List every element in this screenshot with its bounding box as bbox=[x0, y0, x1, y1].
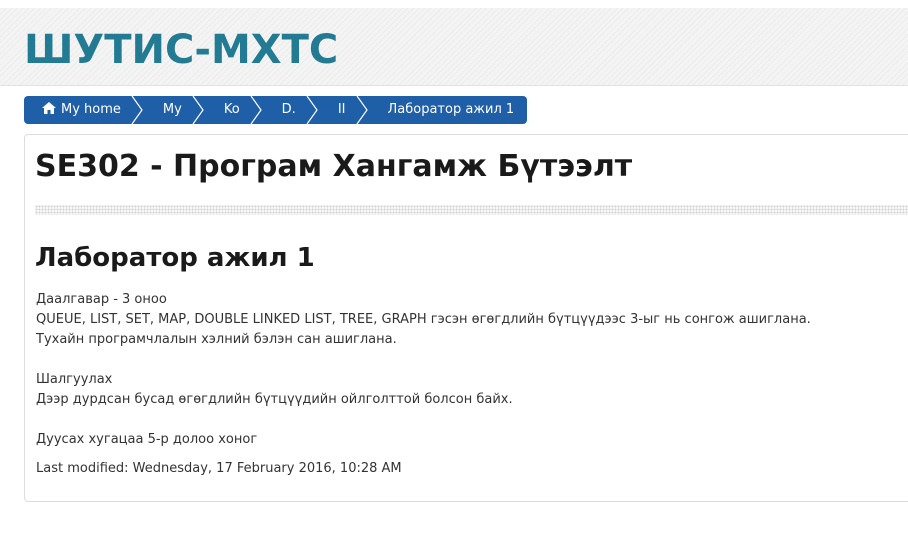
breadcrumb-separator bbox=[356, 96, 368, 124]
breadcrumb-item-current[interactable]: Лаборатор ажил 1 bbox=[368, 96, 528, 124]
breadcrumb-label: Ko bbox=[223, 102, 240, 117]
breadcrumb-separator bbox=[192, 96, 204, 124]
breadcrumb-separator bbox=[306, 96, 318, 124]
breadcrumb-label: D. bbox=[281, 102, 296, 117]
breadcrumb-item-ko[interactable]: Ko bbox=[204, 96, 252, 124]
breadcrumb-item-d[interactable]: D. bbox=[262, 96, 308, 124]
page-title: Лаборатор ажил 1 bbox=[35, 243, 315, 273]
home-icon bbox=[42, 102, 56, 114]
page-body: Даалгавар - 3 оноо QUEUE, LIST, SET, MAP… bbox=[36, 290, 811, 450]
library-line: Тухайн програмчлалын хэлний бэлэн сан аш… bbox=[36, 332, 397, 347]
deadline-line: Дуусах хугацаа 5-р долоо хоног bbox=[36, 432, 258, 447]
last-modified: Last modified: Wednesday, 17 February 20… bbox=[36, 461, 402, 476]
criteria-heading: Шалгуулах bbox=[36, 372, 113, 387]
data-structures-line: QUEUE, LIST, SET, MAP, DOUBLE LINKED LIS… bbox=[36, 312, 811, 327]
breadcrumb-item-my[interactable]: My bbox=[143, 96, 194, 124]
site-header: ШУТИС-МХТС bbox=[0, 8, 908, 86]
criteria-line: Дээр дурдсан бусад өгөгдлийн бүтцүүдийн … bbox=[36, 392, 513, 407]
breadcrumb-label: My home bbox=[61, 102, 121, 117]
breadcrumb: My home My Ko D. II Лаборатор ажил 1 bbox=[24, 96, 528, 124]
breadcrumb-label: My bbox=[162, 102, 182, 117]
breadcrumb-label: II bbox=[337, 102, 346, 117]
breadcrumb-label: Лаборатор ажил 1 bbox=[387, 102, 515, 117]
breadcrumb-item-my-home[interactable]: My home bbox=[24, 96, 133, 124]
dotted-divider bbox=[35, 205, 908, 215]
assignment-line: Даалгавар - 3 оноо bbox=[36, 292, 167, 307]
breadcrumb-separator bbox=[250, 96, 262, 124]
site-title-link[interactable]: ШУТИС-МХТС bbox=[24, 26, 338, 74]
main-content: SE302 - Програм Хангамж Бүтээлт Лаборато… bbox=[24, 134, 908, 502]
course-title: SE302 - Програм Хангамж Бүтээлт bbox=[35, 149, 633, 184]
breadcrumb-item-ii[interactable]: II bbox=[318, 96, 358, 124]
breadcrumb-separator bbox=[131, 96, 143, 124]
